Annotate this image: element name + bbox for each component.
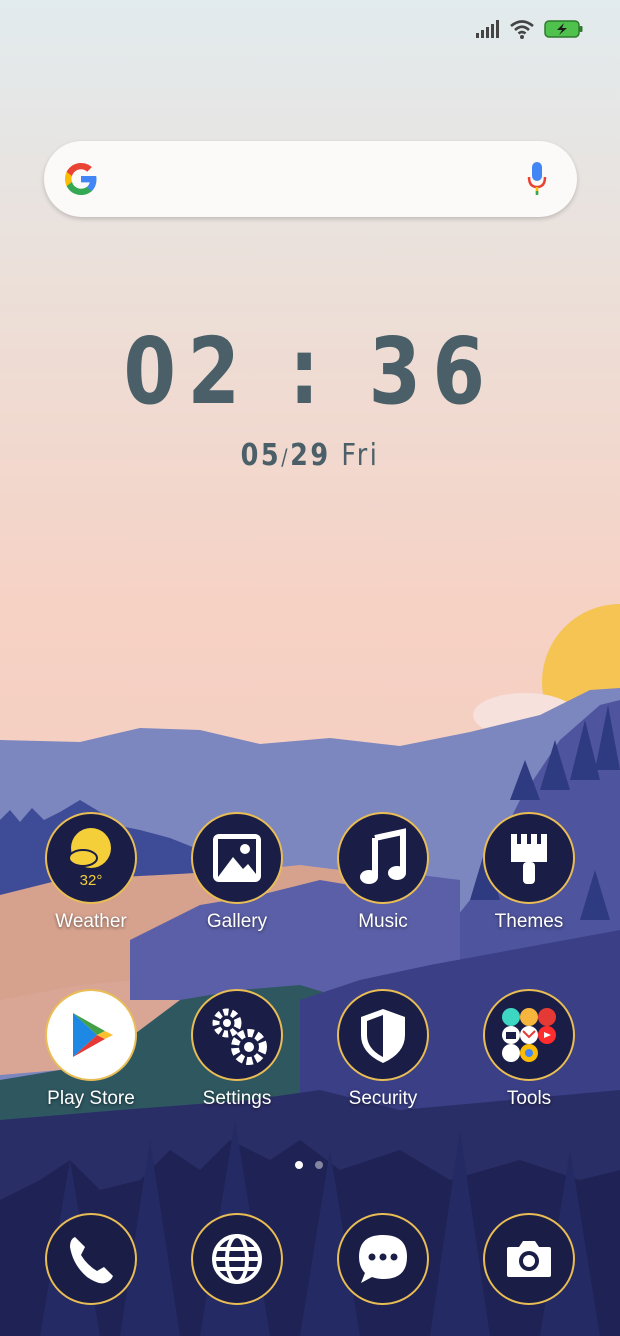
phone-icon xyxy=(45,1213,137,1305)
dock-browser[interactable] xyxy=(167,1213,307,1305)
date-separator: / xyxy=(281,446,291,471)
app-label: Weather xyxy=(55,911,127,932)
play-store-icon xyxy=(45,989,137,1081)
battery-charging-icon xyxy=(544,20,583,38)
gallery-icon xyxy=(191,812,283,904)
signal-icon xyxy=(476,20,499,38)
app-label: Music xyxy=(358,911,408,932)
weather-temperature: 32° xyxy=(79,872,103,889)
camera-icon xyxy=(483,1213,575,1305)
gears-icon xyxy=(191,989,283,1081)
page-dot[interactable] xyxy=(315,1161,323,1169)
shield-icon xyxy=(337,989,429,1081)
app-security[interactable]: Security xyxy=(313,989,453,1110)
app-play-store[interactable]: Play Store xyxy=(21,989,161,1110)
chat-bubble-icon xyxy=(337,1213,429,1305)
microphone-icon[interactable] xyxy=(527,161,547,197)
date-weekday: Fri xyxy=(341,438,380,473)
weather-icon: 32° xyxy=(45,812,137,904)
app-music[interactable]: Music xyxy=(313,812,453,933)
brush-icon xyxy=(483,812,575,904)
page-dot-active[interactable] xyxy=(295,1161,303,1169)
clock-time[interactable]: 02 : 36 xyxy=(56,318,564,425)
globe-icon xyxy=(191,1213,283,1305)
google-search-bar[interactable] xyxy=(44,141,577,217)
app-tools[interactable]: Tools xyxy=(459,989,599,1110)
dock-phone[interactable] xyxy=(21,1213,161,1305)
app-gallery[interactable]: Gallery xyxy=(167,812,307,933)
app-settings[interactable]: Settings xyxy=(167,989,307,1110)
google-logo-icon xyxy=(65,163,97,195)
app-themes[interactable]: Themes xyxy=(459,812,599,933)
app-label: Play Store xyxy=(47,1088,135,1109)
app-label: Themes xyxy=(494,911,564,932)
folder-icon xyxy=(483,989,575,1081)
wifi-icon xyxy=(510,20,534,39)
date-month: 05 xyxy=(240,438,282,473)
status-bar xyxy=(476,16,584,42)
app-label: Security xyxy=(348,1088,418,1109)
clock-date: 05/29 Fri xyxy=(47,438,574,473)
music-note-icon xyxy=(337,812,429,904)
dock-camera[interactable] xyxy=(459,1213,599,1305)
page-indicator xyxy=(295,1161,323,1169)
app-label: Settings xyxy=(202,1088,272,1109)
dock-messages[interactable] xyxy=(313,1213,453,1305)
app-label: Gallery xyxy=(206,911,268,932)
app-label: Tools xyxy=(506,1088,552,1109)
app-weather[interactable]: 32° Weather xyxy=(21,812,161,933)
date-day: 29 xyxy=(290,438,331,473)
